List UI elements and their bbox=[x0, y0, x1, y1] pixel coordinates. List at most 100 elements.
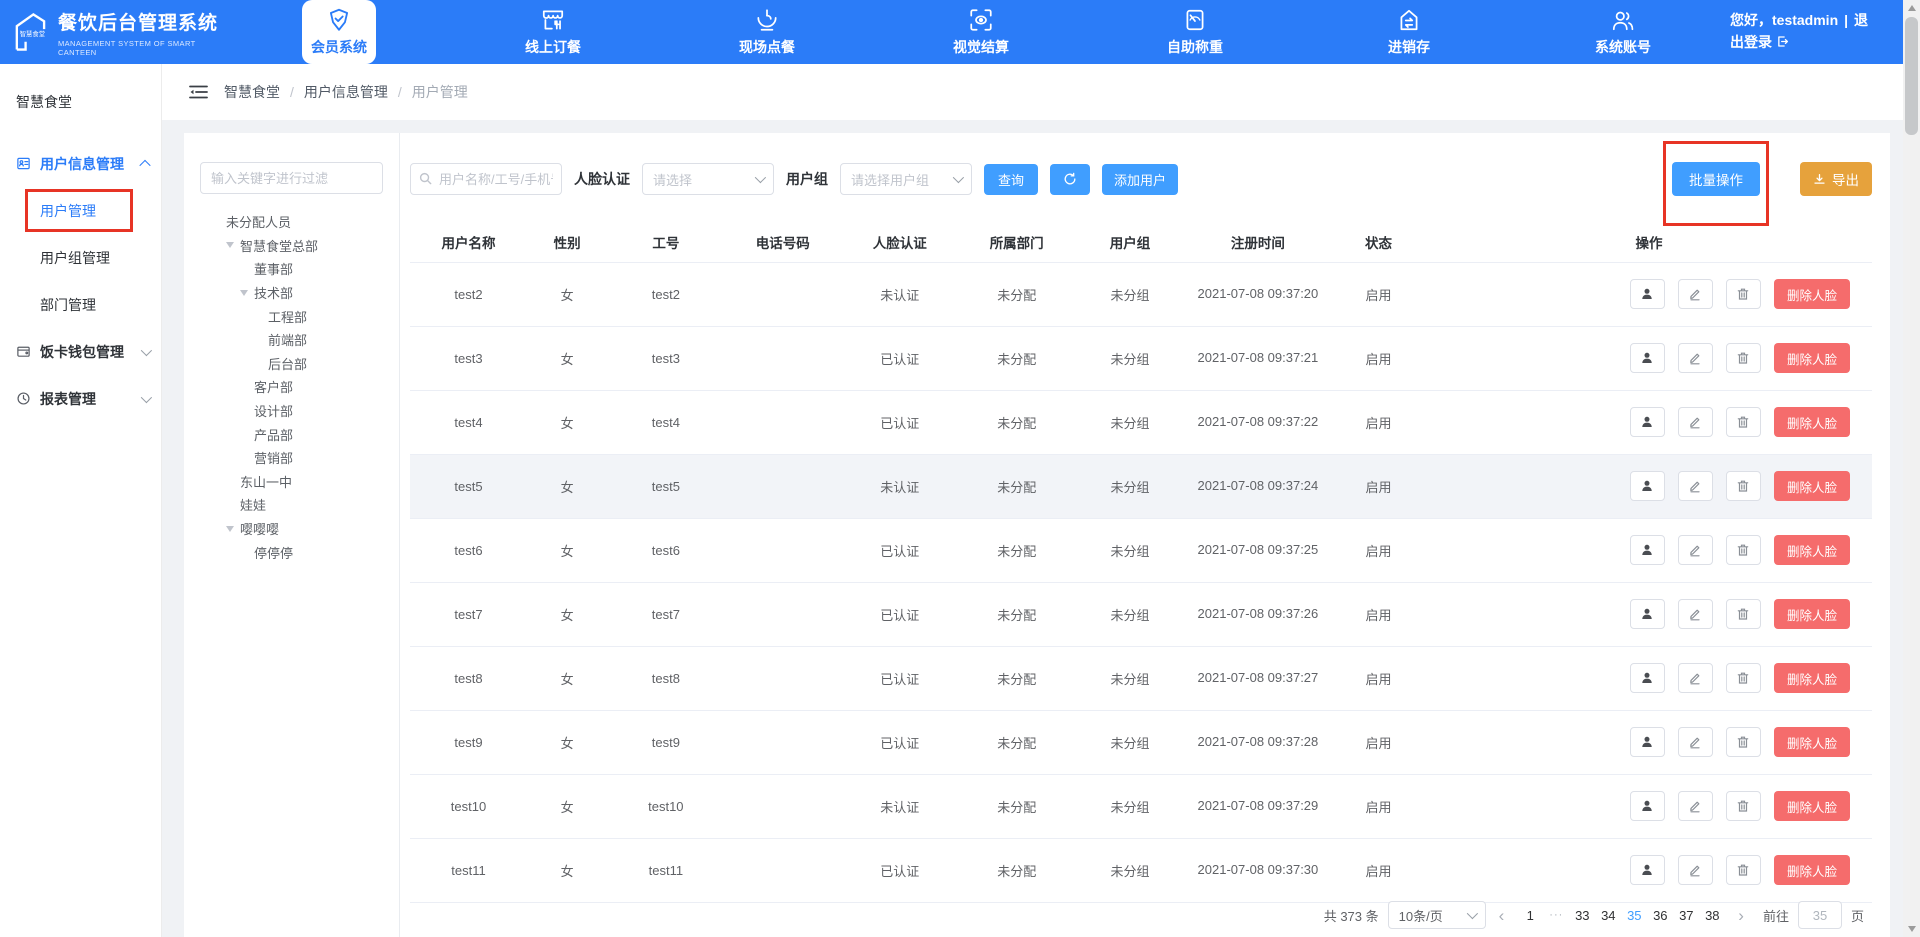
tree-filter-input[interactable] bbox=[200, 162, 383, 194]
nav-item-self-weighing[interactable]: 自助称重 bbox=[1088, 0, 1302, 64]
table-row[interactable]: test8 女 test8 已认证 未分配 未分组 2021-07-08 09:… bbox=[410, 646, 1872, 710]
scrollbar-up-arrow[interactable] bbox=[1903, 0, 1920, 16]
logout-icon[interactable] bbox=[1776, 34, 1789, 50]
user-group-select[interactable]: 请选择用户组 bbox=[840, 163, 972, 195]
delete-face-button[interactable]: 删除人脸 bbox=[1774, 663, 1850, 693]
edit-button[interactable] bbox=[1678, 343, 1713, 373]
upload-avatar-button[interactable] bbox=[1630, 279, 1665, 309]
sidebar-group-meal-card-wallet[interactable]: 饭卡钱包管理 bbox=[0, 328, 161, 375]
edit-button[interactable] bbox=[1678, 471, 1713, 501]
page-ellipsis[interactable]: ··· bbox=[1543, 901, 1569, 929]
table-row[interactable]: test2 女 test2 未认证 未分配 未分组 2021-07-08 09:… bbox=[410, 262, 1872, 326]
delete-button[interactable] bbox=[1726, 279, 1761, 309]
page-number[interactable]: 1 bbox=[1517, 901, 1543, 929]
sidebar-item-user-group-management[interactable]: 用户组管理 bbox=[0, 234, 161, 281]
upload-avatar-button[interactable] bbox=[1630, 791, 1665, 821]
delete-face-button[interactable]: 删除人脸 bbox=[1774, 343, 1850, 373]
delete-face-button[interactable]: 删除人脸 bbox=[1774, 727, 1850, 757]
page-size-select[interactable]: 10条/页 bbox=[1388, 901, 1486, 929]
edit-button[interactable] bbox=[1678, 407, 1713, 437]
delete-face-button[interactable]: 删除人脸 bbox=[1774, 535, 1850, 565]
tree-caret-icon[interactable] bbox=[226, 526, 240, 532]
query-button[interactable]: 查询 bbox=[984, 164, 1038, 195]
page-number[interactable]: 38 bbox=[1699, 901, 1725, 929]
tree-node[interactable]: 客户部 bbox=[200, 375, 383, 399]
prev-page-button[interactable]: ‹ bbox=[1495, 907, 1509, 924]
delete-button[interactable] bbox=[1726, 791, 1761, 821]
table-row[interactable]: test7 女 test7 已认证 未分配 未分组 2021-07-08 09:… bbox=[410, 582, 1872, 646]
page-number[interactable]: 33 bbox=[1569, 901, 1595, 929]
sidebar-group-user-info[interactable]: 用户信息管理 bbox=[0, 140, 161, 187]
nav-item-inventory[interactable]: 进销存 bbox=[1302, 0, 1516, 64]
tree-node[interactable]: 工程部 bbox=[200, 304, 383, 328]
tree-node[interactable]: 停停停 bbox=[200, 540, 383, 564]
table-row[interactable]: test4 女 test4 已认证 未分配 未分组 2021-07-08 09:… bbox=[410, 390, 1872, 454]
vertical-scrollbar[interactable] bbox=[1903, 0, 1920, 937]
page-number[interactable]: 35 bbox=[1621, 901, 1647, 929]
table-row[interactable]: test9 女 test9 已认证 未分配 未分组 2021-07-08 09:… bbox=[410, 710, 1872, 774]
tree-node[interactable]: 设计部 bbox=[200, 399, 383, 423]
sidebar-group-report-management[interactable]: 报表管理 bbox=[0, 375, 161, 422]
page-number[interactable]: 36 bbox=[1647, 901, 1673, 929]
export-button[interactable]: 导出 bbox=[1800, 162, 1872, 196]
delete-face-button[interactable]: 删除人脸 bbox=[1774, 599, 1850, 629]
tree-node[interactable]: 前端部 bbox=[200, 328, 383, 352]
upload-avatar-button[interactable] bbox=[1630, 663, 1665, 693]
upload-avatar-button[interactable] bbox=[1630, 535, 1665, 565]
edit-button[interactable] bbox=[1678, 663, 1713, 693]
delete-button[interactable] bbox=[1726, 663, 1761, 693]
tree-node[interactable]: 东山一中 bbox=[200, 470, 383, 494]
tree-node[interactable]: 董事部 bbox=[200, 257, 383, 281]
table-row[interactable]: test5 女 test5 未认证 未分配 未分组 2021-07-08 09:… bbox=[410, 454, 1872, 518]
edit-button[interactable] bbox=[1678, 727, 1713, 757]
tree-node[interactable]: 营销部 bbox=[200, 446, 383, 470]
edit-button[interactable] bbox=[1678, 599, 1713, 629]
delete-face-button[interactable]: 删除人脸 bbox=[1774, 471, 1850, 501]
upload-avatar-button[interactable] bbox=[1630, 599, 1665, 629]
delete-button[interactable] bbox=[1726, 471, 1761, 501]
nav-item-onsite-order[interactable]: 现场点餐 bbox=[660, 0, 874, 64]
nav-item-vision-checkout[interactable]: 视觉结算 bbox=[874, 0, 1088, 64]
edit-button[interactable] bbox=[1678, 279, 1713, 309]
tree-node[interactable]: 未分配人员 bbox=[200, 210, 383, 234]
page-number[interactable]: 37 bbox=[1673, 901, 1699, 929]
page-number[interactable]: 34 bbox=[1595, 901, 1621, 929]
delete-face-button[interactable]: 删除人脸 bbox=[1774, 791, 1850, 821]
tree-node[interactable]: 娃娃 bbox=[200, 493, 383, 517]
breadcrumb-item[interactable]: 智慧食堂 bbox=[224, 82, 280, 102]
scrollbar-thumb[interactable] bbox=[1905, 17, 1918, 135]
next-page-button[interactable]: › bbox=[1734, 907, 1748, 924]
upload-avatar-button[interactable] bbox=[1630, 343, 1665, 373]
table-row[interactable]: test6 女 test6 已认证 未分配 未分组 2021-07-08 09:… bbox=[410, 518, 1872, 582]
delete-face-button[interactable]: 删除人脸 bbox=[1774, 279, 1850, 309]
sidebar-item-user-management[interactable]: 用户管理 bbox=[0, 187, 161, 234]
tree-node[interactable]: 技术部 bbox=[200, 281, 383, 305]
tree-node[interactable]: 嘤嘤嘤 bbox=[200, 517, 383, 541]
tree-node[interactable]: 智慧食堂总部 bbox=[200, 234, 383, 258]
batch-operation-button[interactable]: 批量操作 bbox=[1672, 162, 1760, 196]
add-user-button[interactable]: 添加用户 bbox=[1102, 164, 1178, 195]
nav-item-member-system[interactable]: 会员系统 bbox=[302, 0, 376, 64]
delete-button[interactable] bbox=[1726, 599, 1761, 629]
edit-button[interactable] bbox=[1678, 535, 1713, 565]
breadcrumb-item[interactable]: 用户信息管理 bbox=[304, 82, 388, 102]
upload-avatar-button[interactable] bbox=[1630, 727, 1665, 757]
tree-node[interactable]: 产品部 bbox=[200, 422, 383, 446]
upload-avatar-button[interactable] bbox=[1630, 855, 1665, 885]
tree-caret-icon[interactable] bbox=[226, 242, 240, 248]
nav-item-online-order[interactable]: 线上订餐 bbox=[446, 0, 660, 64]
upload-avatar-button[interactable] bbox=[1630, 407, 1665, 437]
sidebar-item-department-management[interactable]: 部门管理 bbox=[0, 281, 161, 328]
refresh-button[interactable] bbox=[1050, 164, 1090, 195]
table-row[interactable]: test11 女 test11 已认证 未分配 未分组 2021-07-08 0… bbox=[410, 838, 1872, 902]
delete-button[interactable] bbox=[1726, 727, 1761, 757]
delete-button[interactable] bbox=[1726, 407, 1761, 437]
table-row[interactable]: test10 女 test10 未认证 未分配 未分组 2021-07-08 0… bbox=[410, 774, 1872, 838]
table-row[interactable]: test3 女 test3 已认证 未分配 未分组 2021-07-08 09:… bbox=[410, 326, 1872, 390]
collapse-menu-icon[interactable] bbox=[189, 84, 208, 100]
edit-button[interactable] bbox=[1678, 855, 1713, 885]
goto-page-input[interactable] bbox=[1798, 901, 1842, 929]
tree-caret-icon[interactable] bbox=[240, 290, 254, 296]
delete-face-button[interactable]: 删除人脸 bbox=[1774, 855, 1850, 885]
face-auth-select[interactable]: 请选择 bbox=[642, 163, 774, 195]
